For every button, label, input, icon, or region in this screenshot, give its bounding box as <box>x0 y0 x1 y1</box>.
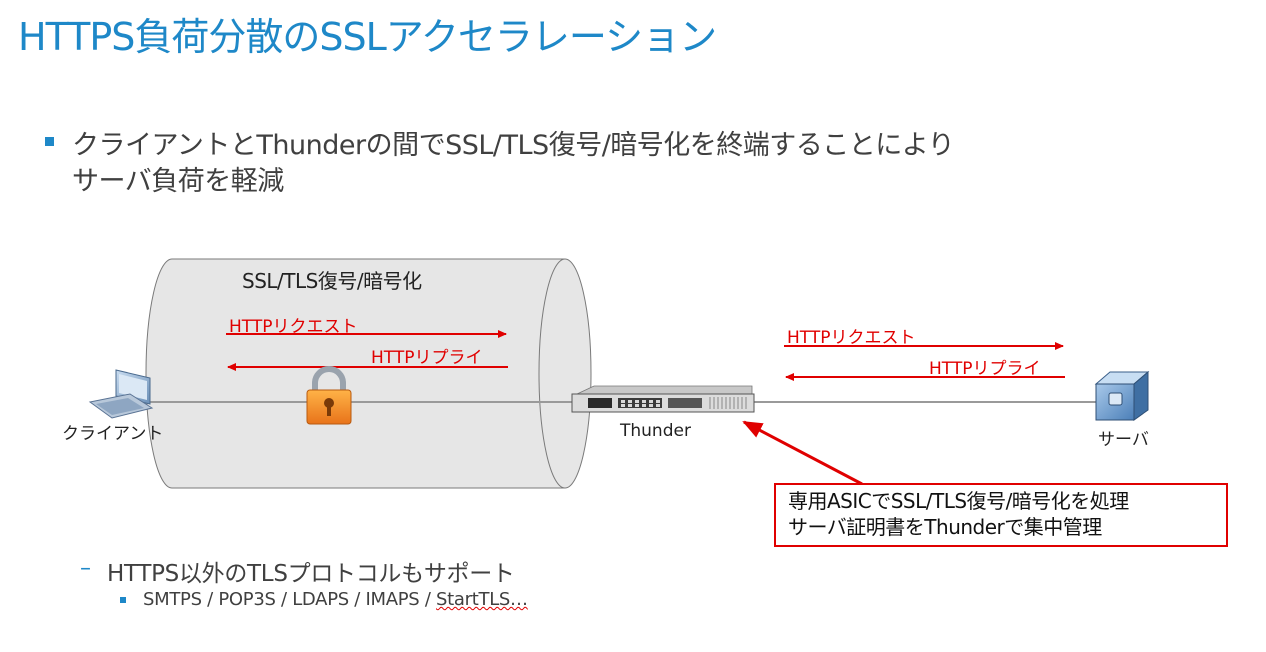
sub-sub-bullet-marker <box>120 597 126 603</box>
thunder-label: Thunder <box>620 421 691 441</box>
sub-bullet-dash: – <box>80 556 91 581</box>
callout-box: 専用ASICでSSL/TLS復号/暗号化を処理 サーバ証明書をThunderで集… <box>774 483 1228 547</box>
callout-line1: 専用ASICでSSL/TLS復号/暗号化を処理 <box>788 489 1129 513</box>
left-reply-label: HTTPリプライ <box>371 348 483 368</box>
client-label: クライアント <box>62 424 164 444</box>
callout-line2: サーバ証明書をThunderで集中管理 <box>788 515 1102 539</box>
right-reply-label: HTTPリプライ <box>929 359 1041 379</box>
protocol-list: SMTPS / POP3S / LDAPS / IMAPS / <box>143 589 437 610</box>
tunnel-label: SSL/TLS復号/暗号化 <box>242 269 422 293</box>
server-icon <box>1094 370 1150 421</box>
client-pc-icon <box>88 369 154 419</box>
sub-bullet-text: HTTPS以外のTLSプロトコルもサポート <box>107 561 515 587</box>
right-request-label: HTTPリクエスト <box>787 328 916 348</box>
left-request-label: HTTPリクエスト <box>229 317 358 337</box>
sub-sub-bullet-text: SMTPS / POP3S / LDAPS / IMAPS / StartTLS… <box>143 589 528 610</box>
thunder-appliance-icon <box>571 385 755 413</box>
starttls-text: StartTLS… <box>436 589 528 610</box>
callout-pointer-arrow <box>742 420 863 486</box>
server-label: サーバ <box>1098 430 1149 450</box>
